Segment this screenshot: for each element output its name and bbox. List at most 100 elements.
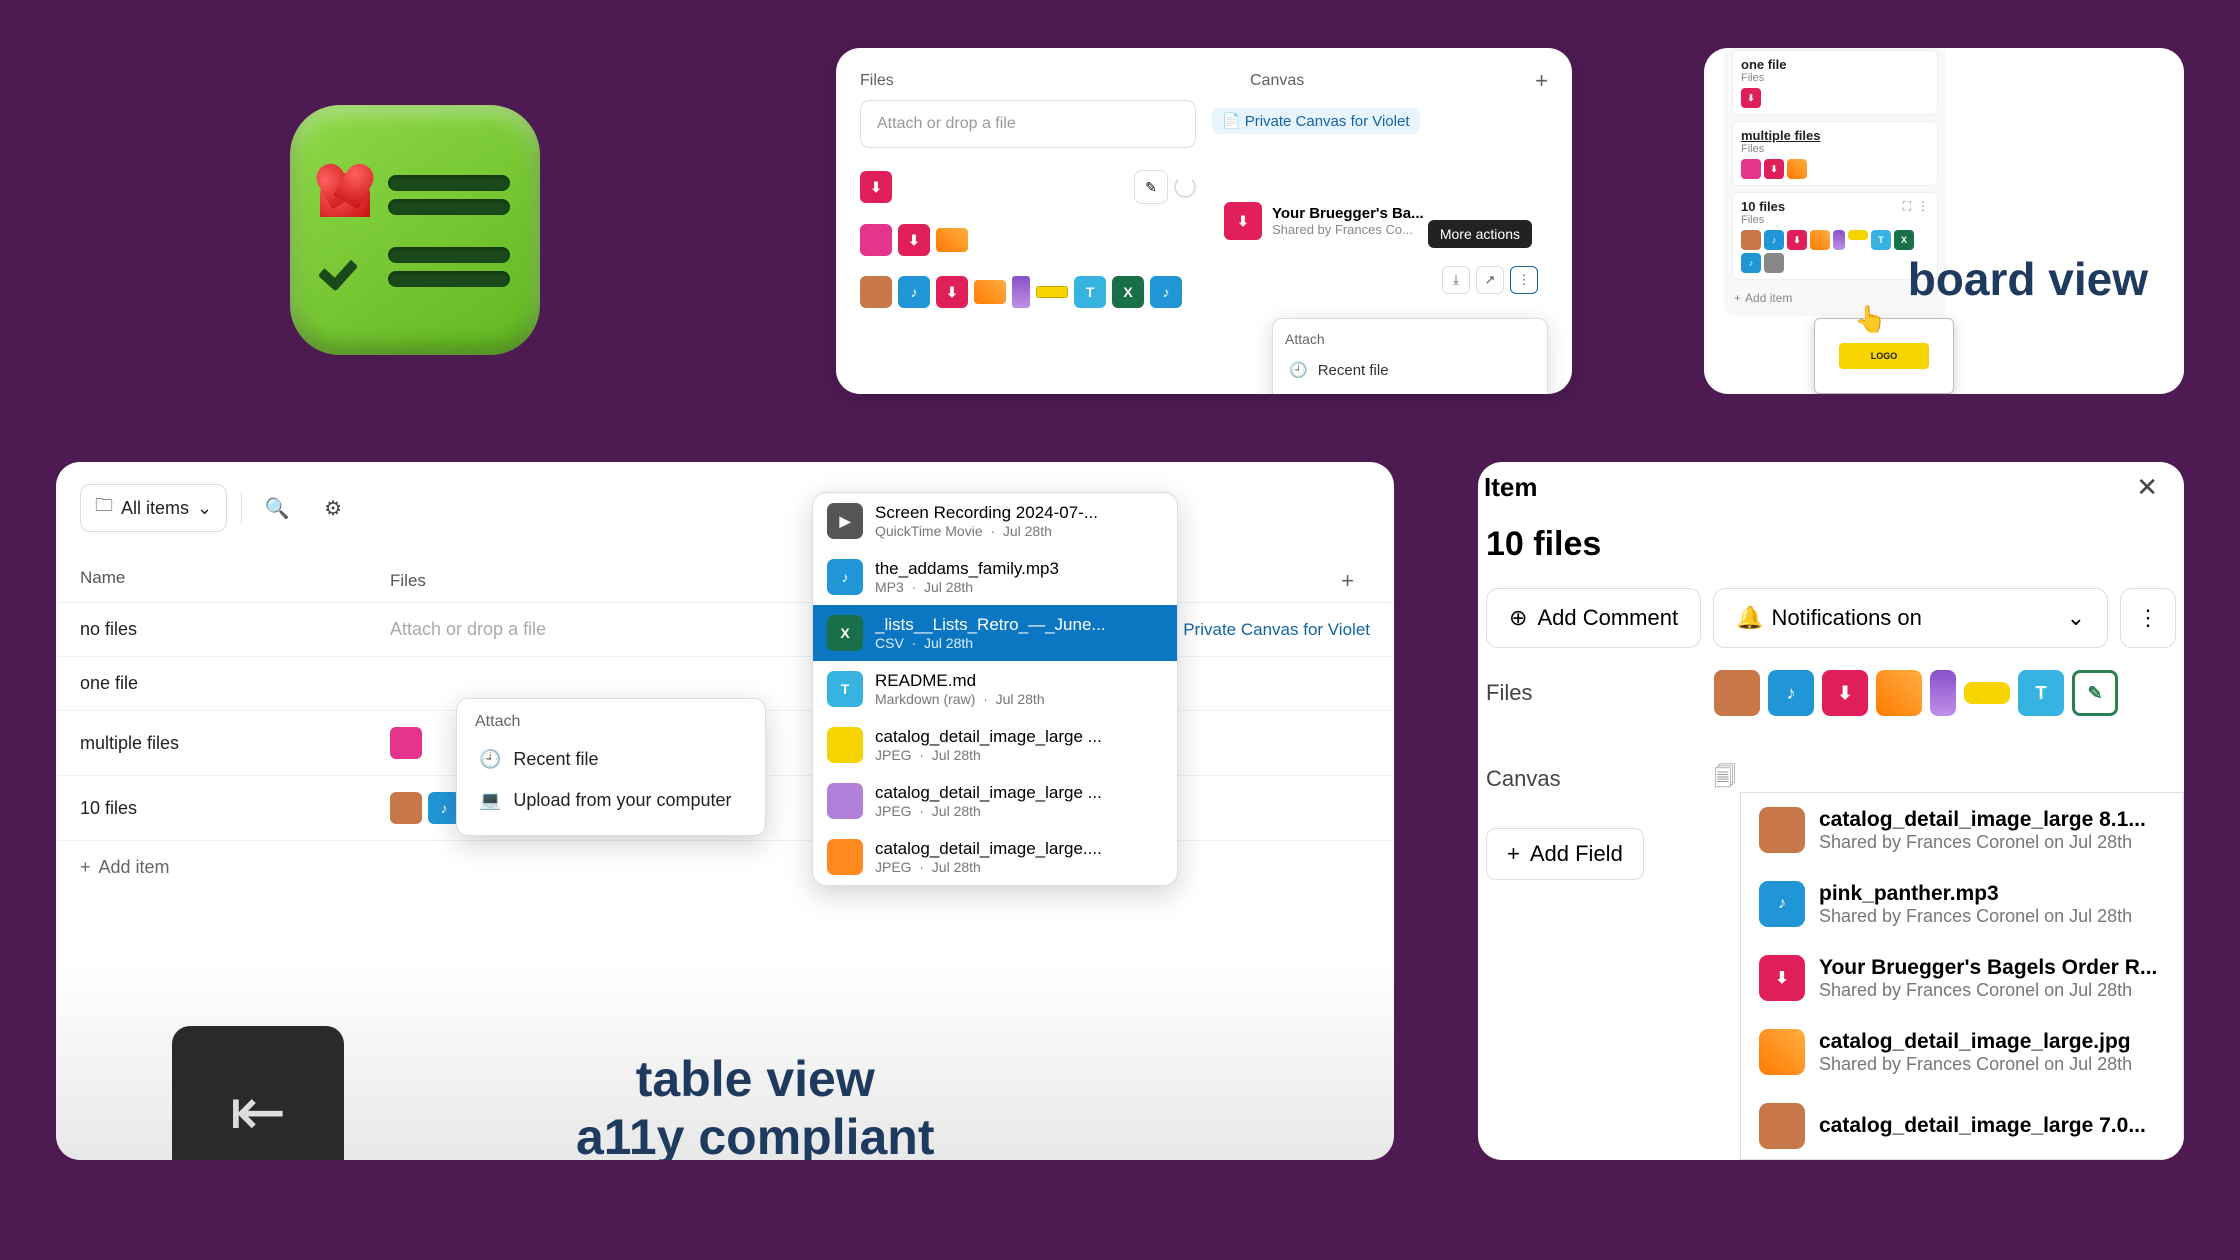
recent-file-item[interactable]: 🕘Recent file [1285, 353, 1535, 387]
expand-icon[interactable]: ⛶ [1903, 199, 1911, 214]
add-column-button[interactable]: + [1535, 68, 1548, 94]
recent-file-row[interactable]: catalog_detail_image_large....JPEG · Jul… [813, 829, 1177, 885]
recent-file-item[interactable]: 🕘Recent file [475, 739, 747, 780]
attach-menu: Attach 🕘Recent file ⬚Upload from your co… [1272, 318, 1548, 394]
file-list-row[interactable]: ⬇Your Bruegger's Bagels Order R...Shared… [1741, 941, 2183, 1015]
download-button[interactable]: ⤓ [1442, 266, 1470, 294]
file-meta: JPEG · Jul 28th [875, 803, 1102, 819]
column-name-header[interactable]: Name [80, 568, 390, 594]
card-label[interactable]: multiple files [1741, 128, 1929, 143]
private-canvas-link[interactable]: Private Canvas for Violet [1183, 620, 1370, 640]
text-file-icon[interactable]: T [1871, 230, 1891, 250]
image-thumb[interactable] [936, 228, 968, 252]
column-files-header[interactable]: Files [390, 571, 426, 591]
image-thumb[interactable] [390, 792, 422, 824]
image-icon[interactable] [860, 224, 892, 256]
file-meta: Shared by Frances Coronel on Jul 28th [1819, 906, 2132, 927]
private-canvas-badge[interactable]: 📄 Private Canvas for Violet [1212, 108, 1420, 134]
pdf-icon[interactable]: ⬇ [1822, 670, 1868, 716]
private-canvas-label: Private Canvas for Violet [1245, 113, 1410, 130]
attach-menu-header: Attach [1285, 331, 1535, 347]
image-icon[interactable] [1741, 159, 1761, 179]
image-thumb[interactable] [1036, 286, 1068, 298]
image-thumb[interactable] [1876, 670, 1922, 716]
attach-dropzone[interactable]: Attach or drop a file [860, 100, 1196, 148]
file-name: catalog_detail_image_large 7.0... [1819, 1114, 2146, 1138]
upload-item[interactable]: 💻Upload from your computer [475, 780, 747, 821]
pdf-icon[interactable]: ⬇ [1741, 88, 1761, 108]
file-meta: CSV · Jul 28th [875, 635, 1106, 651]
notifications-button[interactable]: 🔔Notifications on⌄ [1713, 588, 2108, 648]
card-label[interactable]: one file [1741, 57, 1929, 72]
image-thumb[interactable] [974, 280, 1006, 304]
card-label[interactable]: 10 files [1741, 199, 1785, 214]
image-thumb[interactable] [1787, 159, 1807, 179]
upload-item[interactable]: ⬚Upload from your computer [1285, 387, 1535, 394]
text-file-icon[interactable]: T [1074, 276, 1106, 308]
files-field-label: Files [1486, 680, 1714, 706]
upload-label: Upload from your computer [513, 790, 731, 811]
image-thumb[interactable] [1741, 230, 1761, 250]
recent-file-row[interactable]: ▶Screen Recording 2024-07-...QuickTime M… [813, 493, 1177, 549]
keyboard-keys-graphic: ⇤ ˄ ˅ [172, 1026, 362, 1160]
image-thumb[interactable] [1930, 670, 1956, 716]
file-meta: Markdown (raw) · Jul 28th [875, 691, 1045, 707]
image-thumb[interactable] [1714, 670, 1760, 716]
file-meta: Shared by Frances Coronel on Jul 28th [1819, 980, 2157, 1001]
canvas-icon[interactable]: 🗐 [1714, 764, 1736, 789]
recent-file-row[interactable]: catalog_detail_image_large ...JPEG · Jul… [813, 773, 1177, 829]
chevron-down-icon: ⌄ [2067, 605, 2085, 631]
image-icon[interactable] [390, 727, 422, 759]
edit-icon[interactable]: ✎ [2072, 670, 2118, 716]
close-button[interactable]: ✕ [2136, 472, 2158, 503]
image-thumb[interactable] [1810, 230, 1830, 250]
file-list-row[interactable]: catalog_detail_image_large 8.1...Shared … [1741, 793, 2183, 867]
recent-file-row[interactable]: ♪the_addams_family.mp3MP3 · Jul 28th [813, 549, 1177, 605]
image-thumb[interactable] [860, 276, 892, 308]
filter-dropdown[interactable]: 🗀 All items ⌄ [80, 484, 227, 532]
search-button[interactable]: 🔍 [256, 487, 298, 529]
file-list-row[interactable]: ♪pink_panther.mp3Shared by Frances Coron… [1741, 867, 2183, 941]
recent-file-row[interactable]: X_lists__Lists_Retro_—_June...CSV · Jul … [813, 605, 1177, 661]
pdf-icon[interactable]: ⬇ [1764, 159, 1784, 179]
audio-icon[interactable]: ♪ [898, 276, 930, 308]
pdf-icon[interactable]: ⬇ [860, 171, 892, 203]
more-button[interactable]: ⋮ [2120, 588, 2176, 648]
canvas-field-label: Canvas [1486, 766, 1714, 792]
more-actions-button[interactable]: ⋮ [1510, 266, 1538, 294]
a11y-subtitle: a11y compliant [576, 1108, 935, 1160]
text-file-icon[interactable]: T [2018, 670, 2064, 716]
add-comment-button[interactable]: ⊕Add Comment [1486, 588, 1701, 648]
pdf-icon[interactable]: ⬇ [936, 276, 968, 308]
image-thumb[interactable] [1012, 276, 1030, 308]
pdf-icon[interactable]: ⬇ [898, 224, 930, 256]
image-thumb[interactable] [1848, 230, 1868, 240]
image-thumb[interactable] [1964, 682, 2010, 704]
audio-icon[interactable]: ♪ [1741, 253, 1761, 273]
audio-icon[interactable]: ♪ [1150, 276, 1182, 308]
spreadsheet-icon[interactable]: X [1112, 276, 1144, 308]
image-thumb[interactable] [1833, 230, 1845, 250]
filter-button[interactable]: ⚙ [312, 487, 354, 529]
pdf-icon[interactable]: ⬇ [1224, 202, 1262, 240]
attach-dropzone[interactable]: Attach or drop a file [390, 619, 546, 640]
row-name: multiple files [80, 733, 390, 754]
file-list-row[interactable]: catalog_detail_image_large 7.0... [1741, 1089, 2183, 1160]
spreadsheet-icon[interactable]: X [1894, 230, 1914, 250]
pdf-icon[interactable]: ⬇ [1787, 230, 1807, 250]
add-column-button[interactable]: + [1341, 568, 1354, 594]
image-thumb[interactable] [1764, 253, 1784, 273]
add-field-button[interactable]: + Add Field [1486, 828, 1644, 880]
more-icon[interactable]: ⋮ [1917, 199, 1929, 214]
recent-file-row[interactable]: catalog_detail_image_large ...JPEG · Jul… [813, 717, 1177, 773]
audio-icon[interactable]: ♪ [1764, 230, 1784, 250]
file-list-row[interactable]: catalog_detail_image_large.jpgShared by … [1741, 1015, 2183, 1089]
add-item-label: Add item [99, 857, 170, 878]
audio-icon[interactable]: ♪ [1768, 670, 1814, 716]
table-row[interactable]: no files Attach or drop a file Private C… [56, 603, 1394, 657]
edit-button[interactable]: ✎ [1134, 170, 1168, 204]
add-item-button[interactable]: + Add item [56, 841, 1394, 894]
file-type-icon: ▶ [827, 503, 863, 539]
recent-file-row[interactable]: TREADME.mdMarkdown (raw) · Jul 28th [813, 661, 1177, 717]
share-button[interactable]: ↗ [1476, 266, 1504, 294]
